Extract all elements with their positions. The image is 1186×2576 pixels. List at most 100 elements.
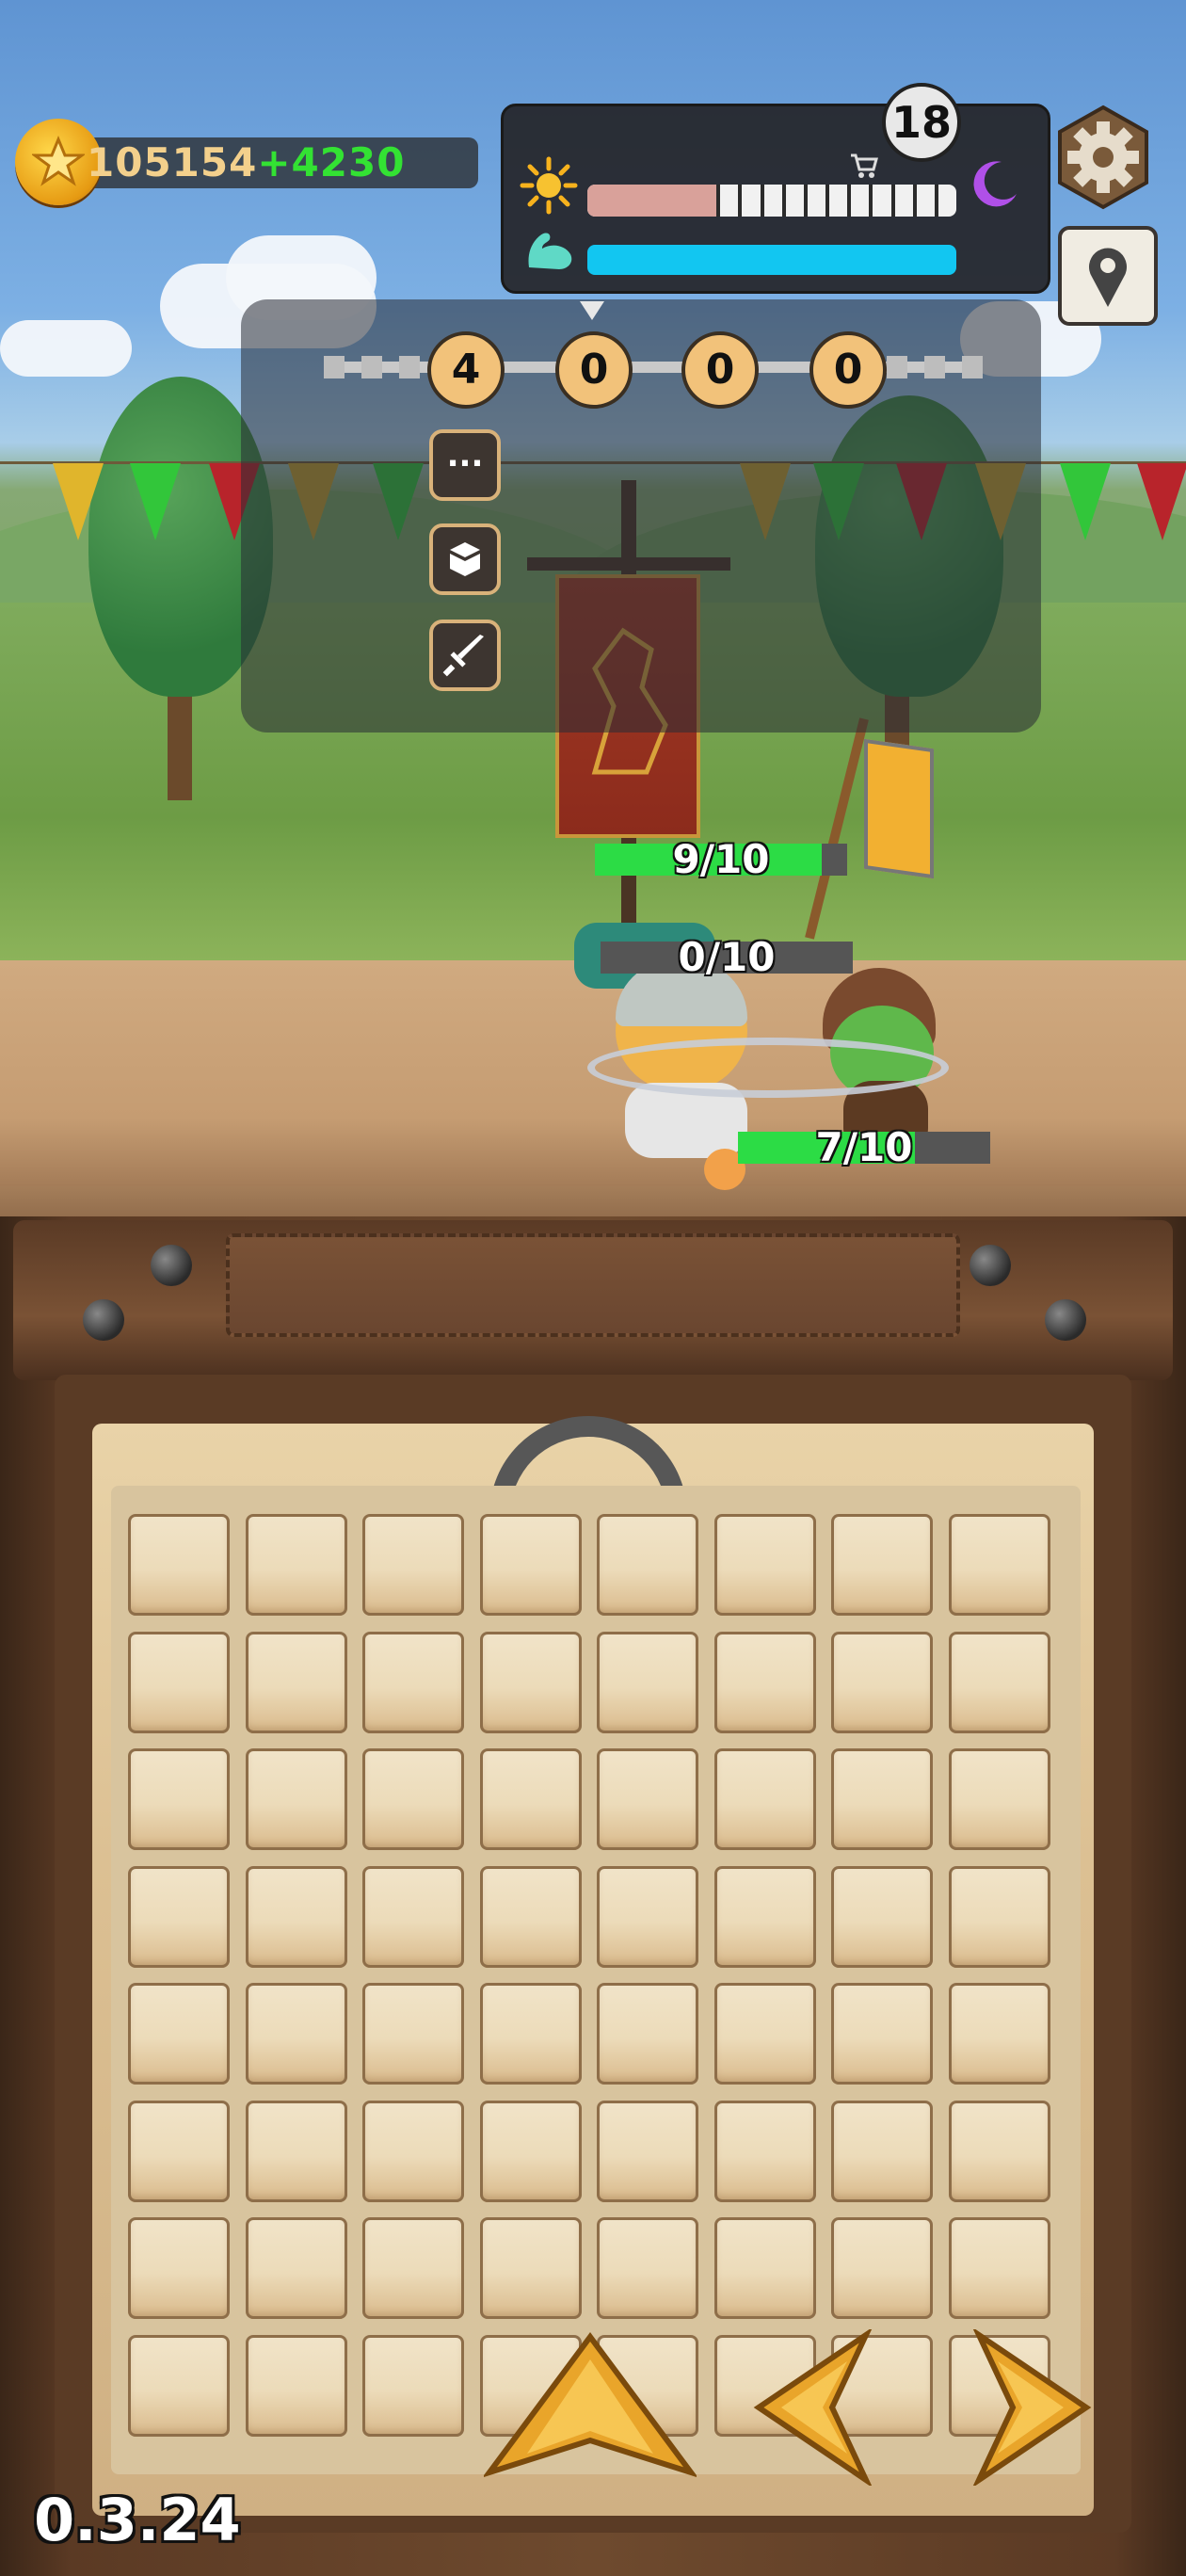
bolt <box>1045 1299 1086 1341</box>
inventory-slot[interactable] <box>479 1514 582 1616</box>
inventory-slot[interactable] <box>713 2100 816 2202</box>
inventory-slot[interactable] <box>362 1631 464 1733</box>
inventory-slot[interactable] <box>597 1983 698 2085</box>
inventory-slot[interactable] <box>362 2217 464 2319</box>
ellipsis-icon: ... <box>446 437 484 475</box>
day-segment <box>803 185 808 217</box>
inventory-slot[interactable] <box>831 2100 933 2202</box>
inventory-slot[interactable] <box>597 1514 698 1616</box>
day-progress-fill <box>587 185 717 217</box>
inventory-slot[interactable] <box>362 2334 464 2437</box>
inventory-slot[interactable] <box>597 1631 698 1733</box>
inventory-slot[interactable] <box>362 1514 464 1616</box>
map-pin-icon <box>1089 248 1127 307</box>
day-segment <box>912 185 917 217</box>
inventory-slot[interactable] <box>245 2100 347 2202</box>
inventory-slot[interactable] <box>831 1865 933 1968</box>
day-segment <box>869 185 873 217</box>
box-icon <box>450 542 480 576</box>
version-label: 0.3.24 <box>34 2486 241 2554</box>
inventory-slot[interactable] <box>948 1983 1050 2085</box>
day-counter-badge: 18 <box>882 83 961 162</box>
inventory-slot[interactable] <box>128 1865 230 1968</box>
inventory-slot[interactable] <box>128 2217 230 2319</box>
inventory-slot[interactable] <box>597 1865 698 1968</box>
inventory-slot[interactable] <box>128 1631 230 1733</box>
inventory-slot[interactable] <box>245 1514 347 1616</box>
cloud <box>0 320 132 377</box>
sword-icon <box>442 635 484 677</box>
inventory-slot[interactable] <box>713 1514 816 1616</box>
day-segment <box>825 185 830 217</box>
bolt <box>151 1245 192 1286</box>
bunting-flag <box>130 463 181 540</box>
wave-node-2: 0 <box>555 331 633 409</box>
map-button[interactable] <box>1058 226 1158 326</box>
inventory-slot[interactable] <box>245 1748 347 1850</box>
gear-icon[interactable] <box>1054 104 1152 211</box>
spin-slash-effect <box>587 1038 949 1098</box>
wave-node-4: 0 <box>809 331 887 409</box>
inventory-slot[interactable] <box>713 2217 816 2319</box>
inventory-slot[interactable] <box>713 1748 816 1850</box>
inventory-slot[interactable] <box>597 2100 698 2202</box>
inventory-slot[interactable] <box>362 1748 464 1850</box>
inventory-slot[interactable] <box>831 1748 933 1850</box>
wave-step <box>361 356 382 378</box>
inventory-slot[interactable] <box>128 2334 230 2437</box>
bolt <box>83 1299 124 1341</box>
inventory-slot[interactable] <box>128 1748 230 1850</box>
inventory-slot[interactable] <box>479 2217 582 2319</box>
inventory-slot[interactable] <box>948 2100 1050 2202</box>
inventory-slot[interactable] <box>128 2100 230 2202</box>
board-strap <box>226 1233 960 1337</box>
inventory-slot[interactable] <box>362 2100 464 2202</box>
inventory-slot[interactable] <box>479 1631 582 1733</box>
inventory-slot[interactable] <box>245 2334 347 2437</box>
day-segment <box>890 185 895 217</box>
inventory-slot[interactable] <box>831 1631 933 1733</box>
bunting-flag <box>53 463 104 540</box>
wave-step <box>324 356 345 378</box>
inventory-slot[interactable] <box>479 1983 582 2085</box>
left-arrow-button[interactable] <box>753 2329 875 2486</box>
inventory-slot[interactable] <box>479 2100 582 2202</box>
moon-icon <box>973 161 1017 207</box>
inventory-slot[interactable] <box>831 2217 933 2319</box>
inventory-slot[interactable] <box>245 1631 347 1733</box>
up-arrow-button[interactable] <box>484 2331 697 2482</box>
inventory-slot[interactable] <box>479 1865 582 1968</box>
cart-icon <box>851 153 878 178</box>
right-arrow-button[interactable] <box>970 2329 1092 2486</box>
inventory-slot[interactable] <box>948 2217 1050 2319</box>
inventory-slot[interactable] <box>713 1631 816 1733</box>
wave-step <box>962 356 983 378</box>
inventory-slot[interactable] <box>831 1983 933 2085</box>
inventory-slot[interactable] <box>948 1748 1050 1850</box>
sun-icon <box>520 156 578 215</box>
inventory-slot[interactable] <box>597 1748 698 1850</box>
inventory-slot[interactable] <box>948 1631 1050 1733</box>
inventory-slot[interactable] <box>362 1865 464 1968</box>
inventory-slot[interactable] <box>713 1983 816 2085</box>
inventory-button[interactable] <box>429 523 501 595</box>
inventory-slot[interactable] <box>479 1748 582 1850</box>
inventory-slot[interactable] <box>948 1865 1050 1968</box>
inventory-slot[interactable] <box>128 1514 230 1616</box>
more-button[interactable]: ... <box>429 429 501 501</box>
inventory-slot[interactable] <box>245 1983 347 2085</box>
coin-gain: +4230 <box>257 139 406 185</box>
inventory-slot[interactable] <box>948 1514 1050 1616</box>
goblin-hp-bar: 7/10 <box>738 1124 990 1170</box>
day-progress-bar <box>587 185 956 217</box>
inventory-slot[interactable] <box>713 1865 816 1968</box>
inventory-slot[interactable] <box>128 1983 230 2085</box>
yellow-flag <box>864 738 934 879</box>
attack-button[interactable] <box>429 620 501 691</box>
inventory-slot[interactable] <box>245 1865 347 1968</box>
coin-amount: 105154 <box>87 139 258 185</box>
inventory-slot[interactable] <box>597 2217 698 2319</box>
inventory-slot[interactable] <box>831 1514 933 1616</box>
inventory-slot[interactable] <box>362 1983 464 2085</box>
inventory-slot[interactable] <box>245 2217 347 2319</box>
